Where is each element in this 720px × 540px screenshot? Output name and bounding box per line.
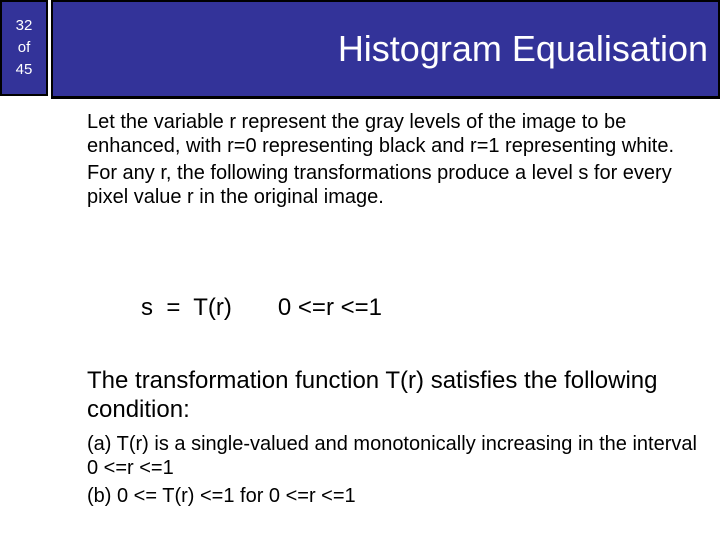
formula: s = T(r) 0 <=r <=1 bbox=[141, 293, 382, 323]
slide-counter-separator: of bbox=[17, 39, 31, 56]
formula-lhs: s = T(r) bbox=[141, 294, 232, 321]
formula-range: 0 <=r <=1 bbox=[277, 294, 382, 321]
intro-text-block: Let the variable r represent the gray le… bbox=[87, 111, 707, 209]
condition-intro: The transformation function T(r) satisfi… bbox=[87, 367, 658, 423]
conditions-list: (a) T(r) is a single-valued and monotoni… bbox=[87, 432, 707, 508]
slide-counter: 32 of 45 bbox=[0, 0, 48, 96]
title-bar: Histogram Equalisation bbox=[51, 0, 720, 99]
condition-item: (b) 0 <= T(r) <=1 for 0 <=r <=1 bbox=[87, 485, 356, 507]
slide-title: Histogram Equalisation bbox=[337, 28, 708, 69]
slide-total-number: 45 bbox=[15, 61, 33, 78]
slide-current-number: 32 bbox=[15, 17, 33, 34]
condition-item: (a) T(r) is a single-valued and monotoni… bbox=[87, 433, 697, 479]
intro-paragraph: For any r, the following transformations… bbox=[87, 162, 672, 208]
intro-paragraph: Let the variable r represent the gray le… bbox=[87, 111, 675, 157]
